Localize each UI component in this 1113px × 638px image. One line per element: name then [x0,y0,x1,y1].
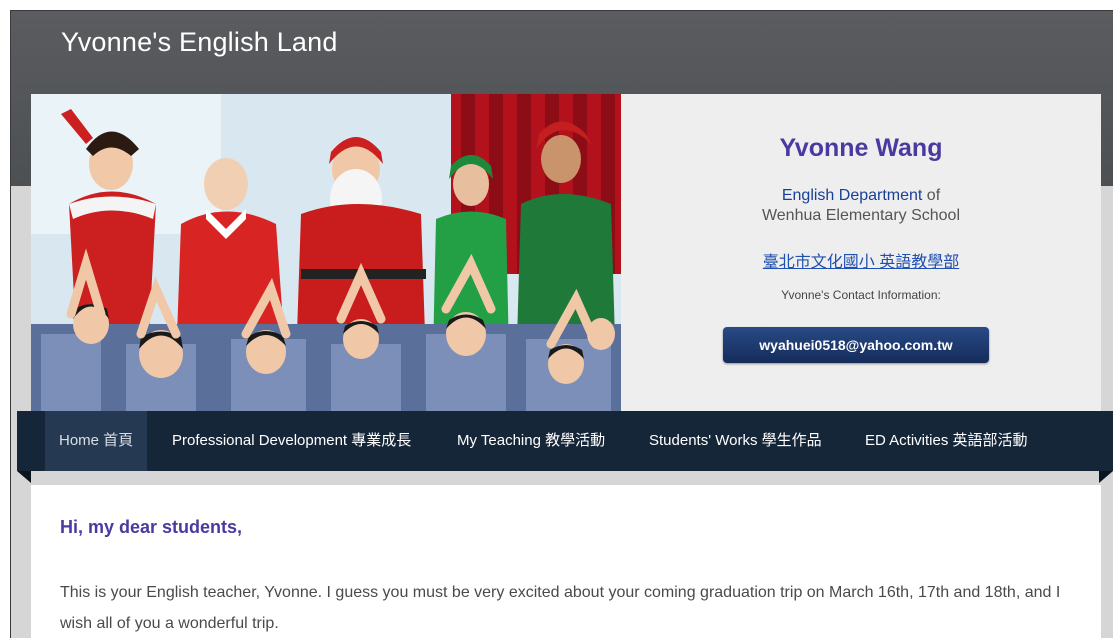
nav-professional-development[interactable]: Professional Development 專業成長 [172,411,411,471]
department-of: of [922,187,941,204]
nav-ribbon-fold-left [17,471,31,483]
email-button[interactable]: wyahuei0518@yahoo.com.tw [723,327,989,363]
nav-ribbon-fold-right [1099,471,1113,483]
nav-my-teaching[interactable]: My Teaching 教學活動 [457,411,605,471]
christmas-class-photo [31,94,621,411]
nav-ed-activities[interactable]: ED Activities 英語部活動 [865,411,1028,471]
nav-home[interactable]: Home 首頁 [45,411,148,471]
main-content: Hi, my dear students, This is your Engli… [31,485,1101,638]
header-photo [31,94,621,411]
department-name: English Department [781,187,923,204]
contact-label: Yvonne's Contact Information: [781,288,941,302]
school-name: Wenhua Elementary School [761,207,961,224]
site-title[interactable]: Yvonne's English Land [61,27,338,58]
department-text: English Department of Wenhua Elementary … [621,186,1101,226]
school-chinese-link[interactable]: 臺北市文化國小 英語教學部 [621,248,1101,272]
page-frame: Yvonne's English Land Yvonne Wang Englis… [10,10,1113,638]
main-nav: Home 首頁 Professional Development 專業成長 My… [17,411,1113,471]
header-banner: Yvonne Wang English Department of Wenhua… [31,94,1101,411]
greeting-heading: Hi, my dear students, [60,517,243,537]
profile-name: Yvonne Wang [779,134,943,162]
profile-panel: Yvonne Wang English Department of Wenhua… [621,94,1101,411]
nav-students-works[interactable]: Students' Works 學生作品 [649,411,822,471]
intro-paragraph: This is your English teacher, Yvonne. I … [60,584,1061,632]
